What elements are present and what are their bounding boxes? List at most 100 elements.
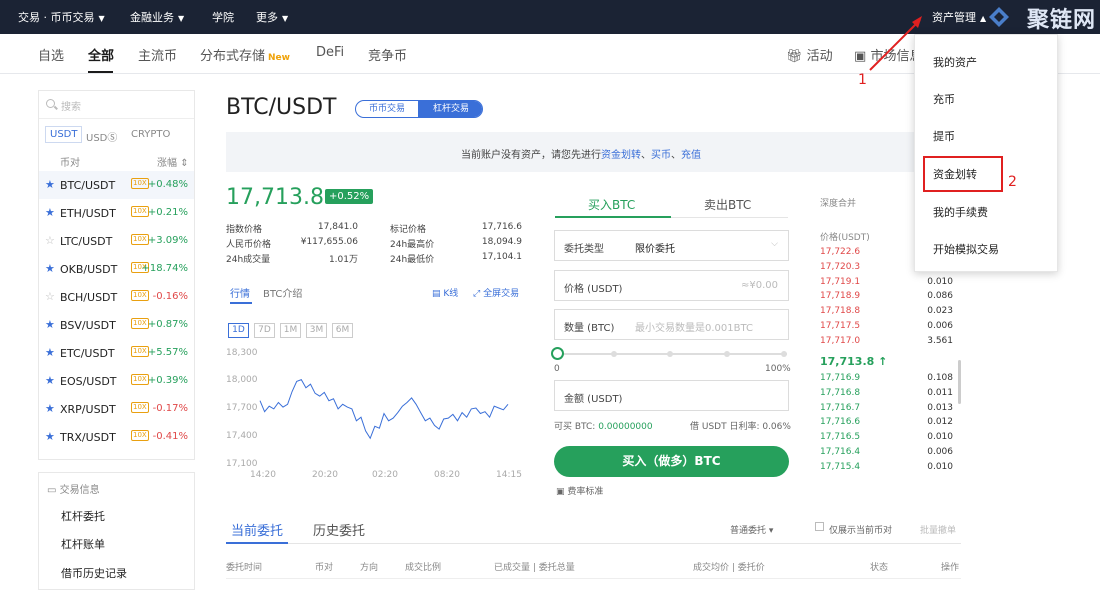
tab-order-history[interactable]: 历史委托 (313, 520, 365, 539)
pair-row[interactable]: ★ BTC/USDT 10X +0.48% (39, 171, 194, 199)
orderbook-price[interactable]: 17,716.9 (820, 373, 860, 383)
star-icon[interactable]: ★ (45, 318, 55, 331)
star-icon[interactable]: ★ (45, 402, 55, 415)
mode-margin[interactable]: 杠杆交易 (418, 101, 482, 117)
tab-sell-btc[interactable]: 卖出BTC (704, 196, 751, 213)
search-input[interactable]: 搜索 (39, 91, 194, 119)
slider-handle[interactable] (551, 347, 564, 360)
tab-distributed-storage[interactable]: 分布式存储 New (200, 45, 290, 64)
pair-row[interactable]: ★ XRP/USDT 10X -0.17% (39, 395, 194, 423)
tab-btc-intro[interactable]: BTC介绍 (263, 285, 302, 300)
amount-input[interactable]: 金额 (USDT) (554, 380, 789, 411)
notice-link-buy[interactable]: 买币 (651, 150, 671, 161)
col-change-header[interactable]: 涨幅 ⇕ (157, 154, 189, 169)
slider-step[interactable] (611, 351, 617, 357)
kline-button[interactable]: ▤ K线 (432, 286, 458, 299)
link-margin-orders[interactable]: 杠杆委托 (61, 508, 105, 524)
fee-standard-link[interactable]: ▣ 费率标准 (556, 484, 603, 497)
depth-merge-label[interactable]: 深度合并 (820, 196, 856, 209)
price-chart[interactable] (226, 345, 522, 480)
nav-more[interactable]: 更多 ▼ (256, 9, 288, 25)
pair-row[interactable]: ☆ BCH/USDT 10X -0.16% (39, 283, 194, 311)
notice-link-deposit[interactable]: 充值 (681, 150, 701, 161)
star-icon[interactable]: ★ (45, 430, 55, 443)
star-icon[interactable]: ☆ (45, 234, 55, 247)
pair-row[interactable]: ★ ETC/USDT 10X +5.57% (39, 339, 194, 367)
quote-tab-usds[interactable]: USDⓈ (86, 129, 117, 144)
orderbook-price[interactable]: 17,717.0 (820, 336, 860, 346)
star-icon[interactable]: ★ (45, 346, 55, 359)
slider-step[interactable] (724, 351, 730, 357)
activity-link[interactable]: 🎁︎ 活动 (786, 45, 833, 64)
tab-competitor-coins[interactable]: 竞争币 (368, 45, 407, 64)
star-icon[interactable]: ★ (45, 178, 55, 191)
order-type-select[interactable]: 委托类型 限价委托 ⌵ (554, 230, 789, 261)
notice-link-transfer[interactable]: 资金划转 (601, 150, 641, 161)
range-3m[interactable]: 3M (306, 323, 327, 338)
orderbook-price[interactable]: 17,720.3 (820, 262, 860, 272)
orderbook-price[interactable]: 17,722.6 (820, 247, 860, 257)
menu-deposit[interactable]: 充币 (933, 91, 955, 107)
star-icon[interactable]: ★ (45, 262, 55, 275)
tab-market[interactable]: 行情 (230, 285, 250, 300)
link-borrow-history[interactable]: 借币历史记录 (61, 565, 127, 581)
tab-defi[interactable]: DeFi (316, 45, 344, 60)
pair-row[interactable]: ★ OKB/USDT 10X +18.74% (39, 255, 194, 283)
star-icon[interactable]: ★ (45, 374, 55, 387)
orderbook-price[interactable]: 17,716.5 (820, 432, 860, 442)
tab-favorites[interactable]: 自选 (38, 45, 64, 64)
slider-step[interactable] (667, 351, 673, 357)
menu-my-assets[interactable]: 我的资产 (933, 54, 977, 70)
only-current-pair-checkbox[interactable] (815, 522, 824, 531)
pair-row[interactable]: ★ EOS/USDT 10X +0.39% (39, 367, 194, 395)
orderbook-price[interactable]: 17,715.4 (820, 462, 860, 472)
tab-buy-btc[interactable]: 买入BTC (588, 196, 635, 213)
orderbook-price[interactable]: 17,718.9 (820, 291, 860, 301)
star-icon[interactable]: ★ (45, 206, 55, 219)
nav-finance[interactable]: 金融业务 ▼ (130, 9, 184, 25)
range-1m[interactable]: 1M (280, 323, 301, 338)
star-icon[interactable]: ☆ (45, 290, 55, 303)
orderbook-quantity: 0.010 (927, 461, 953, 472)
nav-academy[interactable]: 学院 (212, 9, 234, 25)
order-type-filter[interactable]: 普通委托 ▾ (730, 523, 773, 536)
pair-row[interactable]: ★ TRX/USDT 10X -0.41% (39, 423, 194, 451)
chevron-down-icon: ▾ (768, 526, 774, 536)
price-cny-hint: ≈¥0.00 (740, 280, 778, 291)
link-margin-bills[interactable]: 杠杆账单 (61, 536, 105, 552)
orderbook-price[interactable]: 17,716.8 (820, 388, 860, 398)
fullscreen-trade-button[interactable]: ⤢ 全屏交易 (473, 286, 519, 299)
orderbook-price[interactable]: 17,716.4 (820, 447, 860, 457)
orderbook-price[interactable]: 17,716.7 (820, 403, 860, 413)
quantity-input[interactable]: 数量 (BTC) 最小交易数量是0.001BTC (554, 309, 789, 340)
stat-label: 24h成交量 (226, 255, 271, 265)
range-6m[interactable]: 6M (332, 323, 353, 338)
orderbook-price[interactable]: 17,716.6 (820, 417, 860, 427)
orderbook-scrollbar[interactable] (958, 360, 961, 404)
range-1d[interactable]: 1D (228, 323, 249, 338)
slider-step[interactable] (781, 351, 787, 357)
menu-demo-trading[interactable]: 开始模拟交易 (933, 241, 999, 257)
orderbook-price[interactable]: 17,717.5 (820, 321, 860, 331)
buy-long-button[interactable]: 买入（做多）BTC (554, 446, 789, 477)
menu-my-fees[interactable]: 我的手续费 (933, 204, 988, 220)
orderbook-price[interactable]: 17,718.8 (820, 306, 860, 316)
quote-tab-usdt[interactable]: USDT (45, 126, 83, 143)
nav-asset-management[interactable]: 资产管理 ▲ (932, 9, 986, 25)
range-7d[interactable]: 7D (254, 323, 275, 338)
tab-current-orders[interactable]: 当前委托 (231, 520, 283, 539)
orders-tab-divider (226, 543, 961, 544)
pair-change: +0.39% (147, 375, 188, 386)
mode-spot[interactable]: 币币交易 (356, 101, 418, 117)
pair-row[interactable]: ☆ LTC/USDT 10X +3.09% (39, 227, 194, 255)
tab-mainstream[interactable]: 主流币 (138, 45, 177, 64)
orderbook-price[interactable]: 17,719.1 (820, 277, 860, 287)
price-input[interactable]: 价格 (USDT) ≈¥0.00 (554, 270, 789, 301)
batch-cancel-button[interactable]: 批量撤单 (920, 523, 956, 536)
tab-all[interactable]: 全部 (88, 45, 114, 64)
pair-row[interactable]: ★ ETH/USDT 10X +0.21% (39, 199, 194, 227)
quote-tab-crypto[interactable]: CRYPTO (131, 129, 170, 140)
menu-withdraw[interactable]: 提币 (933, 128, 955, 144)
nav-trade[interactable]: 交易 · 币币交易 ▼ (18, 9, 105, 25)
pair-row[interactable]: ★ BSV/USDT 10X +0.87% (39, 311, 194, 339)
